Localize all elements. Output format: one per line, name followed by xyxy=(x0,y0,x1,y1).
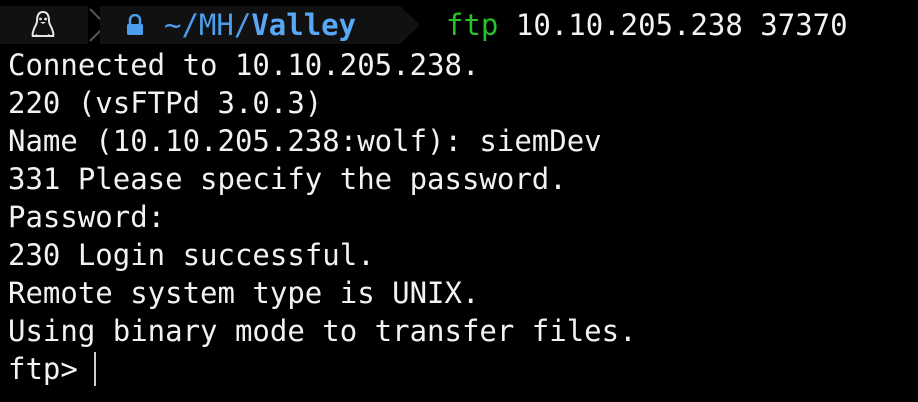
output-line: 220 (vsFTPd 3.0.3) xyxy=(8,86,323,120)
command-arguments: 10.10.205.238 37370 xyxy=(515,8,848,42)
output-line: Using binary mode to transfer files. xyxy=(8,314,637,348)
output-line: Password: xyxy=(8,200,166,234)
output-line: Name (10.10.205.238:wolf): siemDev xyxy=(8,124,602,158)
output-line: 230 Login successful. xyxy=(8,238,375,272)
terminal-window[interactable]: ~/MH/Valley ftp 10.10.205.238 37370 Conn… xyxy=(0,0,918,402)
shell-prompt: ~/MH/Valley ftp 10.10.205.238 37370 xyxy=(0,6,918,44)
command-name: ftp xyxy=(446,8,499,42)
directory-current: Valley xyxy=(251,8,357,42)
output-line: Connected to 10.10.205.238. xyxy=(8,48,480,82)
current-directory: ~/MH/Valley xyxy=(164,6,356,44)
output-line: 331 Please specify the password. xyxy=(8,162,567,196)
ftp-command-input[interactable]: ftp> xyxy=(8,350,637,388)
prompt-directory-segment: ~/MH/Valley xyxy=(100,6,400,44)
ftp-prompt-label: ftp> xyxy=(8,352,78,386)
directory-prefix: ~/MH/ xyxy=(164,8,252,42)
linux-tux-icon xyxy=(31,10,55,37)
entered-command: ftp 10.10.205.238 37370 xyxy=(446,6,848,44)
output-line: Remote system type is UNIX. xyxy=(8,276,480,310)
prompt-arrow-icon xyxy=(400,6,420,44)
prompt-os-segment xyxy=(0,6,88,44)
terminal-output: Connected to 10.10.205.238. 220 (vsFTPd … xyxy=(8,46,637,388)
lock-icon xyxy=(127,14,143,35)
text-cursor xyxy=(93,352,96,386)
